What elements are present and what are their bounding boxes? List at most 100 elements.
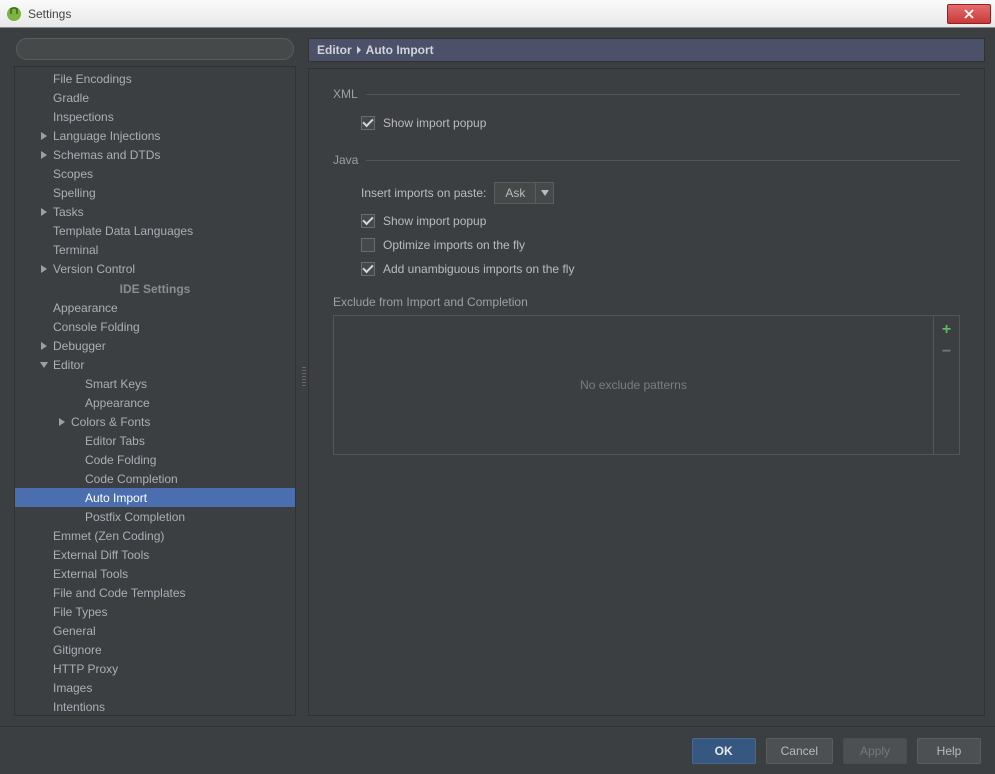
tree-item-label: Version Control: [53, 262, 135, 276]
add-unambiguous-row[interactable]: Add unambiguous imports on the fly: [333, 257, 960, 281]
tree-item[interactable]: Colors & Fonts: [15, 412, 295, 431]
ok-button[interactable]: OK: [692, 738, 756, 764]
group-xml-label: XML: [333, 87, 358, 101]
breadcrumb-root: Editor: [317, 43, 352, 57]
tree-item-label: File Types: [53, 605, 107, 619]
tree-item[interactable]: Auto Import: [15, 488, 295, 507]
tree-item[interactable]: Emmet (Zen Coding): [15, 526, 295, 545]
group-java: Java: [333, 153, 960, 167]
tree-item[interactable]: Gitignore: [15, 640, 295, 659]
tree-item-label: General: [53, 624, 96, 638]
tree-item-label: Terminal: [53, 243, 98, 257]
add-button[interactable]: +: [939, 322, 955, 338]
xml-show-import-popup-row[interactable]: Show import popup: [333, 111, 960, 135]
tree-item-label: Code Completion: [85, 472, 178, 486]
tree-item-label: Console Folding: [53, 320, 140, 334]
tree-item-label: Editor Tabs: [85, 434, 145, 448]
tree-item-label: Gitignore: [53, 643, 102, 657]
tree-item-label: Language Injections: [53, 129, 160, 143]
tree-item[interactable]: Template Data Languages: [15, 221, 295, 240]
tree-item[interactable]: External Tools: [15, 564, 295, 583]
tree-item[interactable]: Spelling: [15, 183, 295, 202]
exclude-title: Exclude from Import and Completion: [333, 295, 960, 309]
java-show-import-popup-checkbox[interactable]: [361, 214, 375, 228]
insert-imports-select[interactable]: Ask: [494, 182, 554, 204]
tree-item[interactable]: Code Folding: [15, 450, 295, 469]
insert-imports-row: Insert imports on paste: Ask: [333, 177, 960, 209]
tree-item[interactable]: Code Completion: [15, 469, 295, 488]
tree-item[interactable]: General: [15, 621, 295, 640]
tree-item[interactable]: File Types: [15, 602, 295, 621]
chevron-right-icon: [39, 263, 51, 275]
tree-item-label: External Tools: [53, 567, 128, 581]
exclude-toolbar: + −: [933, 316, 959, 454]
tree-item[interactable]: Smart Keys: [15, 374, 295, 393]
tree-item[interactable]: Tasks: [15, 202, 295, 221]
ide-settings-header: IDE Settings: [15, 278, 295, 298]
chevron-right-icon: [39, 130, 51, 142]
optimize-imports-checkbox[interactable]: [361, 238, 375, 252]
tree-item-label: Emmet (Zen Coding): [53, 529, 164, 543]
tree-item[interactable]: File Encodings: [15, 69, 295, 88]
java-show-import-popup-label: Show import popup: [383, 214, 486, 228]
tree-item-label: Inspections: [53, 110, 114, 124]
tree-item-label: Auto Import: [85, 491, 147, 505]
grip-icon: [302, 367, 306, 387]
settings-tree[interactable]: File Encodings Gradle Inspections Language …: [14, 66, 296, 716]
tree-item[interactable]: Editor Tabs: [15, 431, 295, 450]
add-unambiguous-checkbox[interactable]: [361, 262, 375, 276]
tree-item[interactable]: Version Control: [15, 259, 295, 278]
tree-item-label: Template Data Languages: [53, 224, 193, 238]
tree-item[interactable]: External Diff Tools: [15, 545, 295, 564]
tree-item[interactable]: Appearance: [15, 298, 295, 317]
tree-item[interactable]: Terminal: [15, 240, 295, 259]
tree-item[interactable]: File and Code Templates: [15, 583, 295, 602]
tree-item-label: Appearance: [53, 301, 118, 315]
tree-item-label: External Diff Tools: [53, 548, 149, 562]
tree-item[interactable]: Images: [15, 678, 295, 697]
chevron-down-icon: [39, 359, 51, 371]
apply-button[interactable]: Apply: [843, 738, 907, 764]
main-area: File Encodings Gradle Inspections Language …: [0, 28, 995, 726]
tree-item[interactable]: Language Injections: [15, 126, 295, 145]
tree-item-label: Appearance: [85, 396, 150, 410]
breadcrumb-sep-icon: [356, 43, 362, 57]
tree-item-label: HTTP Proxy: [53, 662, 118, 676]
app-icon: [6, 6, 22, 22]
tree-item[interactable]: Debugger: [15, 336, 295, 355]
insert-imports-label: Insert imports on paste:: [361, 186, 486, 200]
help-button[interactable]: Help: [917, 738, 981, 764]
remove-button[interactable]: −: [939, 344, 955, 360]
tree-item-label: Scopes: [53, 167, 93, 181]
tree-item-label: Editor: [53, 358, 84, 372]
close-button[interactable]: [947, 4, 991, 24]
chevron-right-icon: [39, 206, 51, 218]
tree-item-label: Schemas and DTDs: [53, 148, 160, 162]
tree-item[interactable]: Inspections: [15, 107, 295, 126]
optimize-imports-row[interactable]: Optimize imports on the fly: [333, 233, 960, 257]
tree-item[interactable]: Intentions: [15, 697, 295, 716]
xml-show-import-popup-label: Show import popup: [383, 116, 486, 130]
insert-imports-value: Ask: [495, 183, 535, 203]
exclude-box: No exclude patterns + −: [333, 315, 960, 455]
tree-item[interactable]: Schemas and DTDs: [15, 145, 295, 164]
tree-item[interactable]: Gradle: [15, 88, 295, 107]
tree-item[interactable]: HTTP Proxy: [15, 659, 295, 678]
search-input[interactable]: [16, 38, 294, 60]
tree-item[interactable]: Postfix Completion: [15, 507, 295, 526]
tree-item[interactable]: Editor: [15, 355, 295, 374]
splitter[interactable]: [300, 38, 308, 716]
sidebar: File Encodings Gradle Inspections Language …: [10, 38, 300, 716]
tree-item-label: Gradle: [53, 91, 89, 105]
java-show-import-popup-row[interactable]: Show import popup: [333, 209, 960, 233]
chevron-right-icon: [39, 340, 51, 352]
tree-item[interactable]: Console Folding: [15, 317, 295, 336]
tree-item[interactable]: Appearance: [15, 393, 295, 412]
tree-item-label: Debugger: [53, 339, 106, 353]
tree-item-label: Postfix Completion: [85, 510, 185, 524]
dialog-footer: OK Cancel Apply Help: [0, 726, 995, 774]
tree-item[interactable]: Scopes: [15, 164, 295, 183]
optimize-imports-label: Optimize imports on the fly: [383, 238, 525, 252]
cancel-button[interactable]: Cancel: [766, 738, 833, 764]
xml-show-import-popup-checkbox[interactable]: [361, 116, 375, 130]
